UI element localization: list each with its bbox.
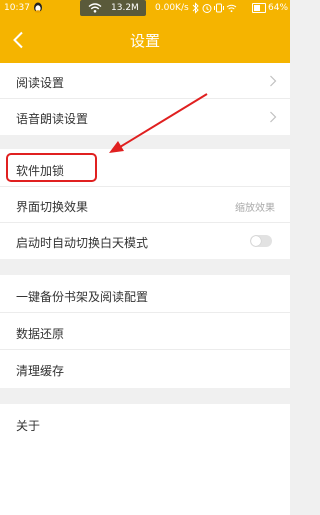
- page-title: 设置: [129, 32, 160, 50]
- clear-cache-label: 清理缓存: [16, 364, 65, 378]
- network-indicator: 13.2M: [80, 0, 146, 16]
- data-restore-label: 数据还原: [16, 327, 65, 341]
- page-transition-effect-label: 界面切换效果: [16, 200, 89, 214]
- toggle-knob: [251, 236, 261, 246]
- status-time: 10:37: [4, 3, 30, 13]
- settings-section-data: 一键备份书架及阅读配置 数据还原 清理缓存: [0, 275, 290, 388]
- one-click-backup-item[interactable]: 一键备份书架及阅读配置: [0, 277, 290, 313]
- reading-settings-item[interactable]: 阅读设置: [0, 63, 290, 99]
- wifi-icon: [88, 3, 102, 13]
- bluetooth-icon: [192, 2, 199, 14]
- about-label: 关于: [16, 419, 41, 433]
- vibrate-icon: [214, 3, 224, 13]
- battery-icon: [252, 3, 266, 13]
- about-item[interactable]: 关于: [0, 406, 290, 442]
- settings-section-about: 关于: [0, 404, 290, 515]
- data-restore-item[interactable]: 数据还原: [0, 314, 290, 350]
- alarm-icon: [202, 4, 212, 13]
- data-usage: 13.2M: [111, 3, 139, 13]
- divider: [0, 312, 290, 313]
- clear-cache-item[interactable]: 清理缓存: [0, 351, 290, 387]
- status-icons: [192, 2, 237, 14]
- auto-day-mode-label: 启动时自动切换白天模式: [16, 236, 149, 250]
- reading-settings-label: 阅读设置: [16, 76, 65, 90]
- app-header: 设置: [0, 17, 290, 63]
- status-bar: 10:37 13.2M 0.00K/s 64%: [0, 0, 290, 17]
- network-speed: 0.00K/s: [155, 3, 189, 13]
- battery-percent: 64%: [268, 3, 289, 13]
- qq-penguin-icon: [34, 2, 42, 13]
- settings-section-reading: 阅读设置 语音朗读设置: [0, 63, 290, 135]
- chevron-right-icon: [270, 75, 277, 87]
- page-transition-effect-item[interactable]: 界面切换效果 缩放效果: [0, 187, 290, 223]
- annotation-highlight-box: [6, 153, 97, 182]
- auto-day-mode-toggle[interactable]: [250, 235, 272, 247]
- voice-reading-settings-label: 语音朗读设置: [16, 112, 89, 126]
- chevron-right-icon: [270, 111, 277, 123]
- one-click-backup-label: 一键备份书架及阅读配置: [16, 290, 149, 304]
- voice-reading-settings-item[interactable]: 语音朗读设置: [0, 99, 290, 135]
- wifi-signal-icon: [226, 4, 237, 13]
- auto-day-mode-item: 启动时自动切换白天模式: [0, 223, 290, 259]
- page-transition-effect-value: 缩放效果: [235, 203, 275, 214]
- divider: [0, 349, 290, 350]
